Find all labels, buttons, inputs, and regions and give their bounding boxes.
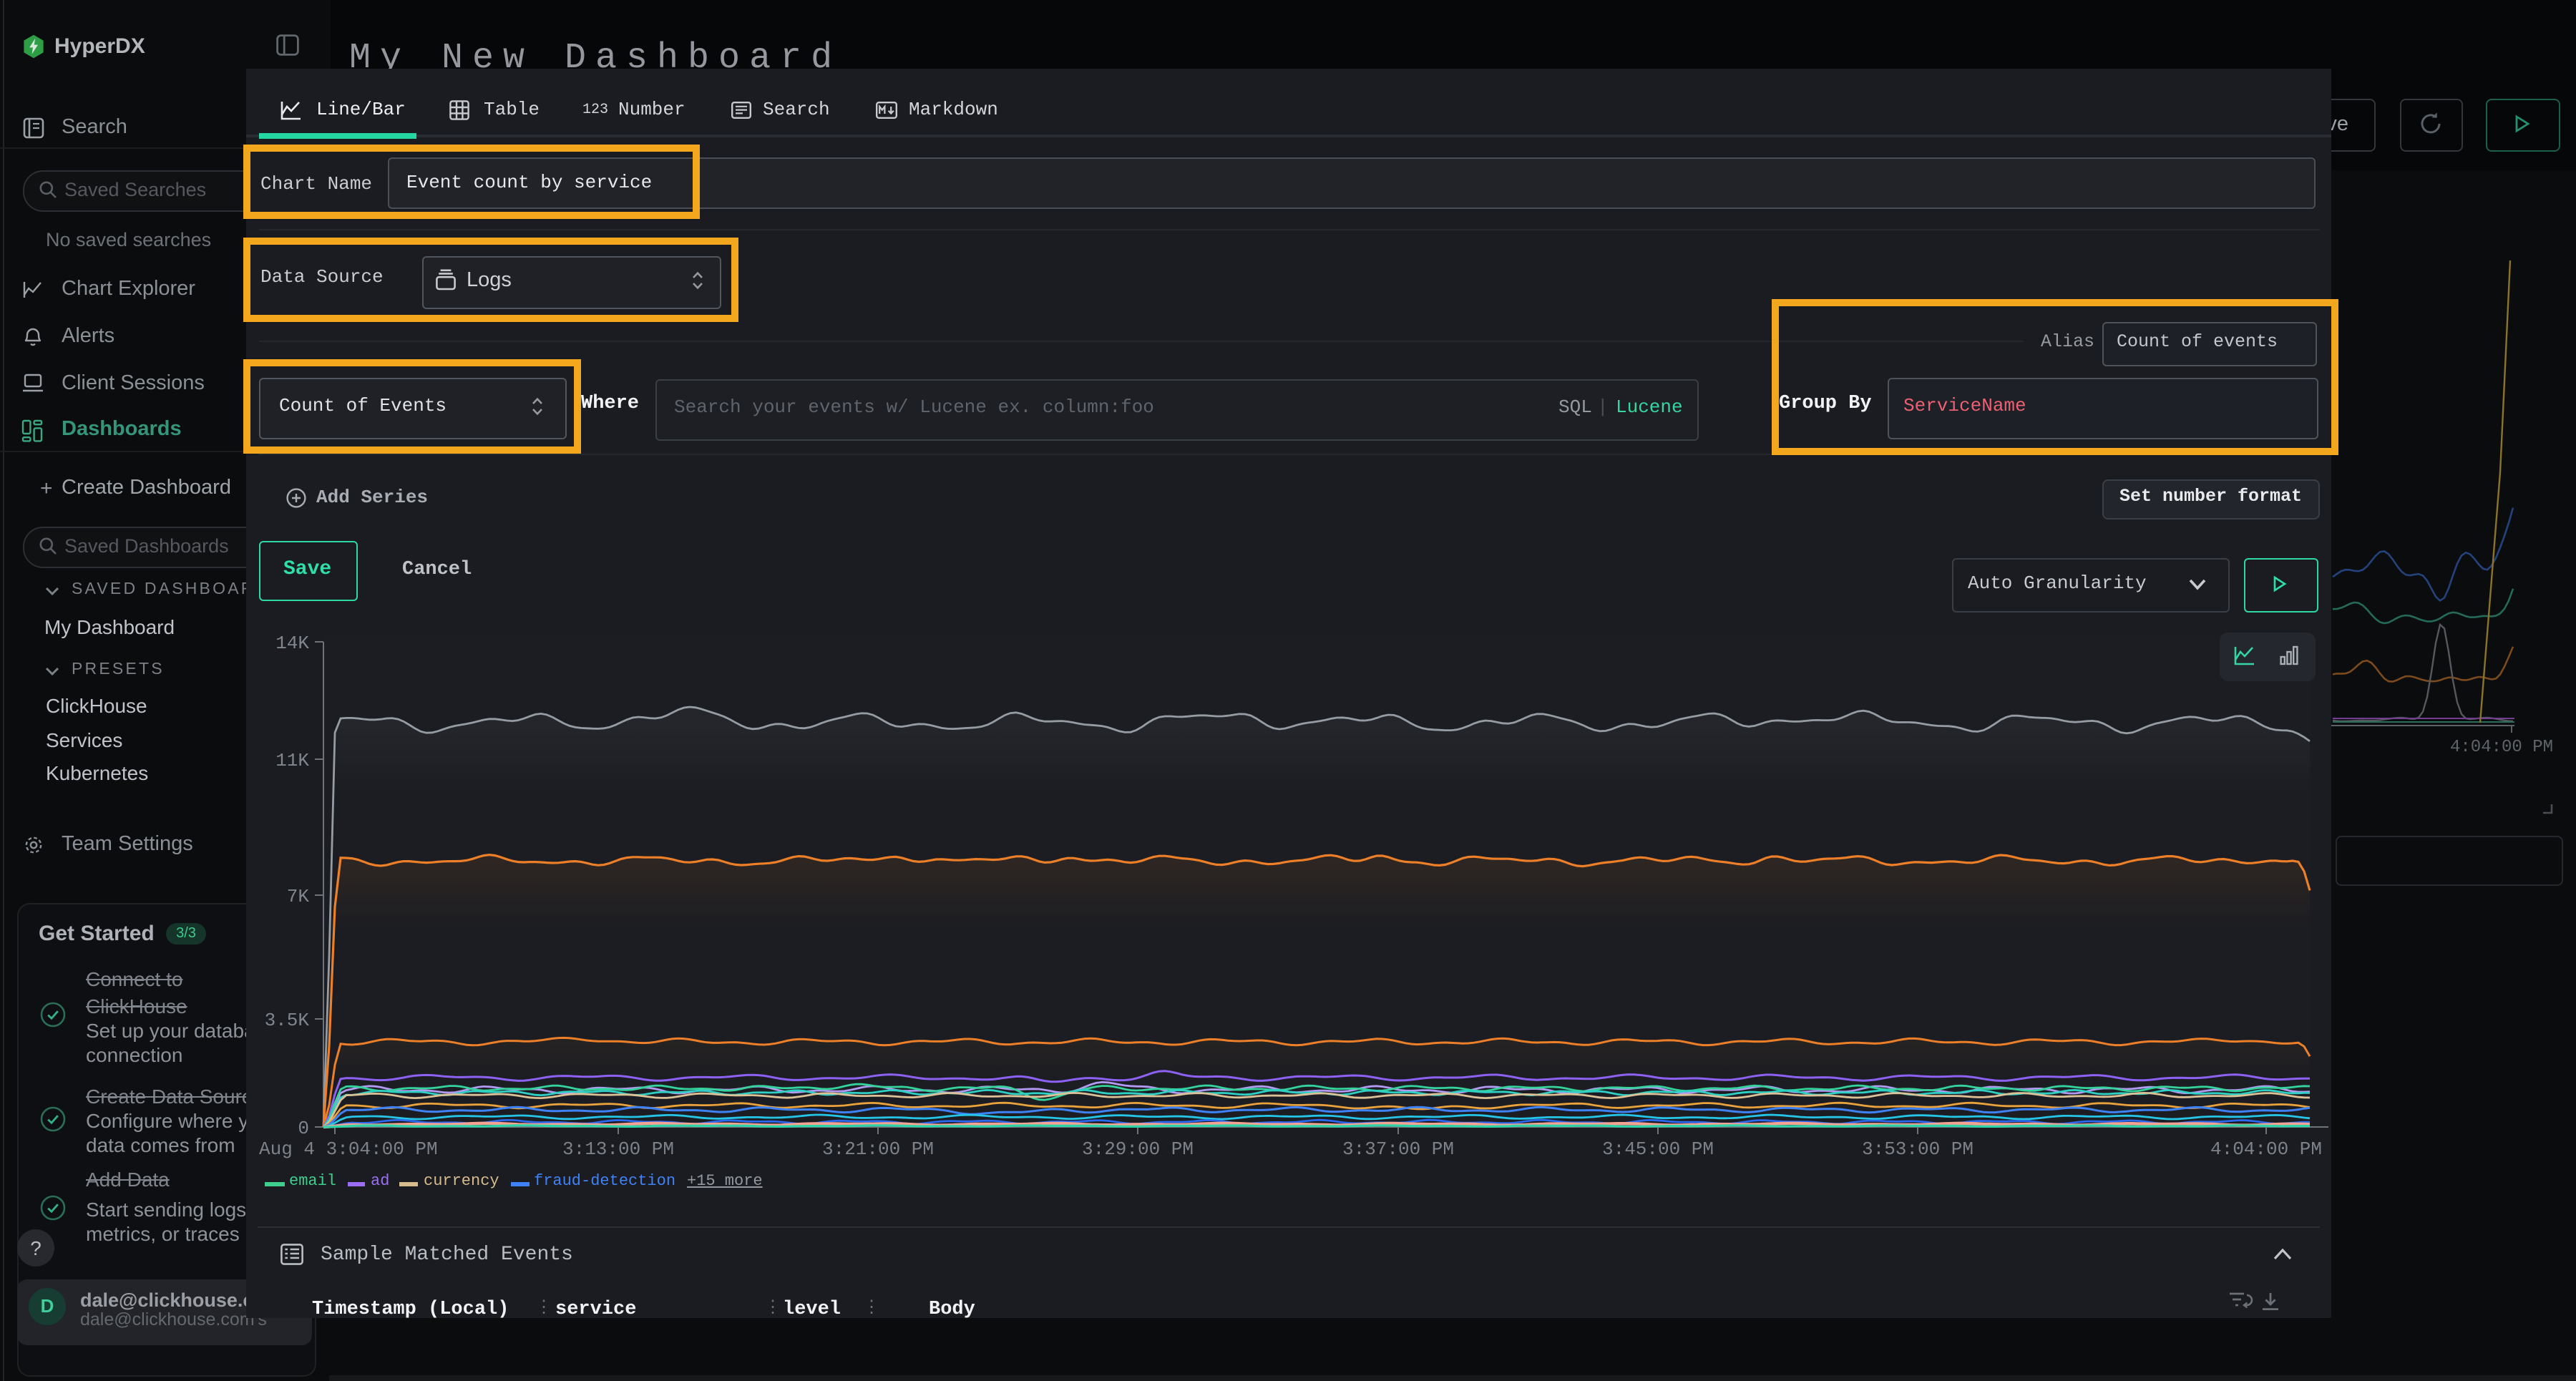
- svg-text:3:13:00 PM: 3:13:00 PM: [562, 1138, 674, 1160]
- svg-text:Aug 4 3:04:00 PM: Aug 4 3:04:00 PM: [259, 1138, 438, 1160]
- svg-text:4:04:00 PM: 4:04:00 PM: [2210, 1138, 2322, 1160]
- svg-text:11K: 11K: [275, 750, 309, 771]
- svg-text:7K: 7K: [287, 886, 310, 907]
- svg-text:3:45:00 PM: 3:45:00 PM: [1602, 1138, 1714, 1160]
- svg-text:3:53:00 PM: 3:53:00 PM: [1862, 1138, 1974, 1160]
- svg-text:3:29:00 PM: 3:29:00 PM: [1082, 1138, 1194, 1160]
- svg-text:3:21:00 PM: 3:21:00 PM: [822, 1138, 934, 1160]
- svg-text:3.5K: 3.5K: [265, 1010, 310, 1031]
- svg-text:0: 0: [298, 1118, 309, 1139]
- svg-text:3:37:00 PM: 3:37:00 PM: [1342, 1138, 1454, 1160]
- svg-text:14K: 14K: [275, 633, 309, 654]
